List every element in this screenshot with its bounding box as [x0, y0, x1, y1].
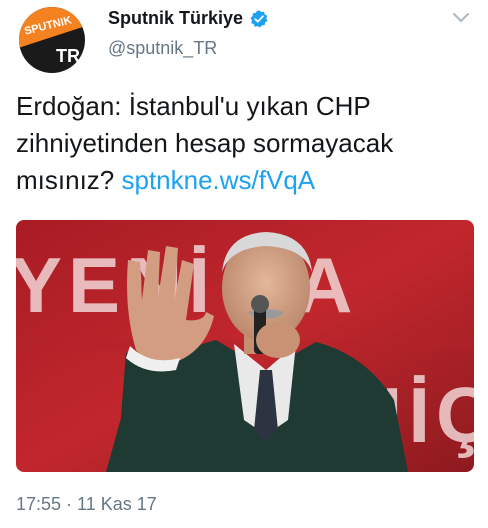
verified-badge-icon: [250, 9, 268, 27]
tweet-timestamp[interactable]: 17:55 · 11 Kas 17: [16, 494, 157, 515]
svg-text:TR: TR: [56, 46, 80, 66]
account-handle[interactable]: @sputnik_TR: [108, 38, 217, 59]
media-photo: YENİ PA NİÇİ: [16, 220, 474, 472]
tweet-link[interactable]: sptnkne.ws/fVqA: [121, 165, 315, 195]
account-name-row[interactable]: Sputnik Türkiye: [108, 8, 269, 29]
avatar[interactable]: SPUTNIK TR: [12, 6, 92, 74]
chevron-down-icon[interactable]: [452, 12, 470, 24]
display-name[interactable]: Sputnik Türkiye: [108, 8, 243, 29]
tweet-media-image[interactable]: YENİ PA NİÇİ: [16, 220, 474, 472]
sputnik-logo-icon: SPUTNIK TR: [19, 7, 85, 73]
tweet-text: Erdoğan: İstanbul'u yıkan CHP zihniyetin…: [16, 88, 476, 199]
